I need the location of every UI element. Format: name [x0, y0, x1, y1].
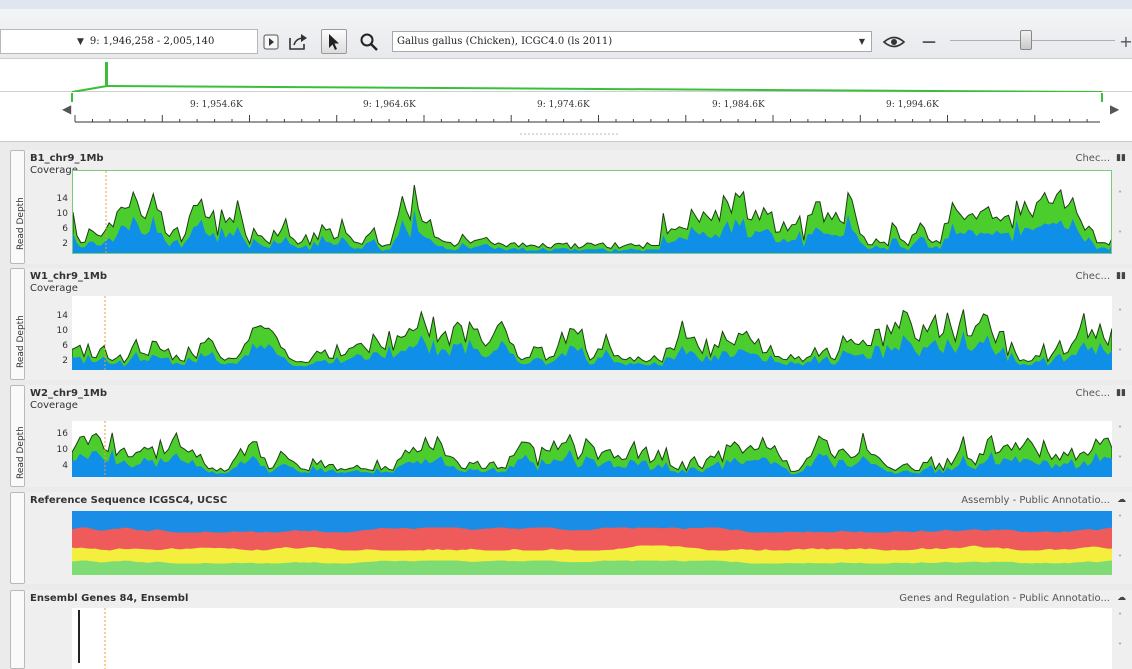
y-axis-label: Read Depth — [16, 197, 26, 250]
track-category: Genes and Regulation - Public Annotatio.… — [899, 593, 1110, 604]
genome-browser-window: ▼ 9: 1,946,258 - 2,005,140 Gallus gallus… — [0, 0, 1132, 669]
export-icon — [289, 33, 307, 50]
track-w1-coverage[interactable]: W1_chr9_1Mb Chec... ▮▮ Coverage Read Dep… — [10, 268, 1132, 380]
title-strip — [0, 0, 1132, 9]
track-scrollbar[interactable]: ˄ ˅ — [1116, 612, 1124, 652]
select-tool-button[interactable] — [321, 29, 347, 54]
cloud-icon[interactable]: ☁ — [1117, 593, 1126, 603]
toolbar: ▼ 9: 1,946,258 - 2,005,140 Gallus gallus… — [0, 0, 1132, 58]
y-tick: 2 — [62, 356, 68, 366]
track-subtitle: Coverage — [30, 283, 78, 294]
y-tick: 4 — [62, 461, 68, 471]
reference-area — [72, 511, 1112, 575]
ruler-axis — [71, 93, 1103, 135]
locus-text[interactable]: 9: 1,946,258 - 2,005,140 — [90, 36, 214, 47]
y-tick: 6 — [62, 341, 68, 351]
track-scrollbar[interactable]: ˄ ˅ — [1116, 308, 1124, 358]
overview-marks — [10, 62, 1126, 193]
locus-field[interactable]: ▼ 9: 1,946,258 - 2,005,140 — [0, 29, 258, 54]
zoom-slider-thumb[interactable] — [1020, 30, 1032, 50]
track-subtitle: Coverage — [30, 165, 78, 176]
track-category: Chec... — [1075, 153, 1110, 164]
track-reference-sequence[interactable]: Reference Sequence ICGSC4, UCSC Assembly… — [10, 492, 1132, 584]
folder-icon[interactable]: ▮▮ — [1116, 271, 1126, 281]
gene-area — [78, 608, 106, 669]
track-scrollbar[interactable]: ˄ ˅ — [1116, 514, 1124, 564]
y-axis-label: Read Depth — [16, 315, 26, 368]
track-w2-coverage[interactable]: W2_chr9_1Mb Chec... ▮▮ Coverage Read Dep… — [10, 385, 1132, 487]
coverage-area — [72, 421, 1112, 477]
y-tick: 10 — [56, 326, 68, 336]
track-drag-handle[interactable] — [10, 492, 25, 584]
y-tick: 2 — [62, 239, 68, 249]
folder-icon[interactable]: ▮▮ — [1116, 388, 1126, 398]
track-category: Chec... — [1075, 271, 1110, 282]
gc-content-plot[interactable] — [72, 511, 1112, 575]
y-axis: Read Depth 16 10 4 — [16, 413, 72, 479]
y-axis: Read Depth 14 10 6 2 — [16, 296, 72, 372]
go-button[interactable] — [262, 29, 280, 54]
y-tick: 14 — [56, 311, 68, 321]
y-tick: 6 — [62, 224, 68, 234]
zoom-in-button[interactable]: + — [1119, 29, 1132, 54]
genome-dropdown-caret[interactable]: ▼ — [859, 37, 865, 46]
visibility-button[interactable] — [880, 29, 908, 54]
track-b1-coverage[interactable]: B1_chr9_1Mb Chec... ▮▮ Coverage Read Dep… — [10, 150, 1132, 264]
viewport-bracket — [71, 93, 1103, 102]
magnifier-icon — [360, 33, 378, 51]
track-title: W1_chr9_1Mb — [30, 271, 107, 282]
track-title: B1_chr9_1Mb — [30, 153, 104, 164]
chromosome-overview[interactable] — [0, 58, 1132, 193]
y-axis: Read Depth 14 10 6 2 — [16, 178, 72, 254]
gene-plot[interactable] — [72, 608, 1112, 669]
track-category: Assembly - Public Annotatio... — [961, 495, 1110, 506]
track-title: Reference Sequence ICGSC4, UCSC — [30, 495, 228, 506]
position-ruler[interactable]: ◀ ▶ 9: 1,954.6K 9: 1,964.6K 9: 1,974.6K … — [0, 92, 1132, 142]
zoom-tool-button[interactable] — [356, 29, 382, 54]
y-axis-label: Read Depth — [16, 426, 26, 479]
genome-selector[interactable]: Gallus gallus (Chicken), ICGC4.0 (ls 201… — [392, 31, 872, 52]
genome-selector-value: Gallus gallus (Chicken), ICGC4.0 (ls 201… — [397, 36, 613, 47]
track-title: Ensembl Genes 84, Ensembl — [30, 593, 189, 604]
coverage-plot[interactable] — [72, 170, 1112, 254]
zoom-slider-track[interactable] — [950, 40, 1115, 41]
cloud-icon[interactable]: ☁ — [1117, 495, 1126, 505]
track-ensembl-genes[interactable]: Ensembl Genes 84, Ensembl Genes and Regu… — [10, 590, 1132, 669]
locus-dropdown-caret[interactable]: ▼ — [77, 37, 84, 47]
folder-icon[interactable]: ▮▮ — [1116, 153, 1126, 163]
zoom-out-button[interactable]: — — [920, 29, 938, 54]
viewport-marker — [105, 62, 108, 86]
eye-icon — [882, 36, 906, 47]
track-subtitle: Coverage — [30, 400, 78, 411]
y-tick: 10 — [56, 209, 68, 219]
track-scrollbar[interactable]: ˄ ˅ — [1116, 190, 1124, 240]
coverage-plot[interactable] — [72, 421, 1112, 477]
y-tick: 10 — [56, 445, 68, 455]
play-icon — [263, 34, 279, 49]
coverage-plot[interactable] — [72, 296, 1112, 370]
y-tick: 14 — [56, 194, 68, 204]
y-tick: 16 — [56, 429, 68, 439]
track-title: W2_chr9_1Mb — [30, 388, 107, 399]
export-button[interactable] — [287, 29, 311, 54]
cursor-icon — [329, 33, 339, 50]
track-scrollbar[interactable]: ˄ ˅ — [1116, 425, 1124, 465]
track-drag-handle[interactable] — [10, 590, 25, 669]
coverage-area — [72, 296, 1112, 370]
track-category: Chec... — [1075, 388, 1110, 399]
coverage-area — [73, 171, 1111, 253]
